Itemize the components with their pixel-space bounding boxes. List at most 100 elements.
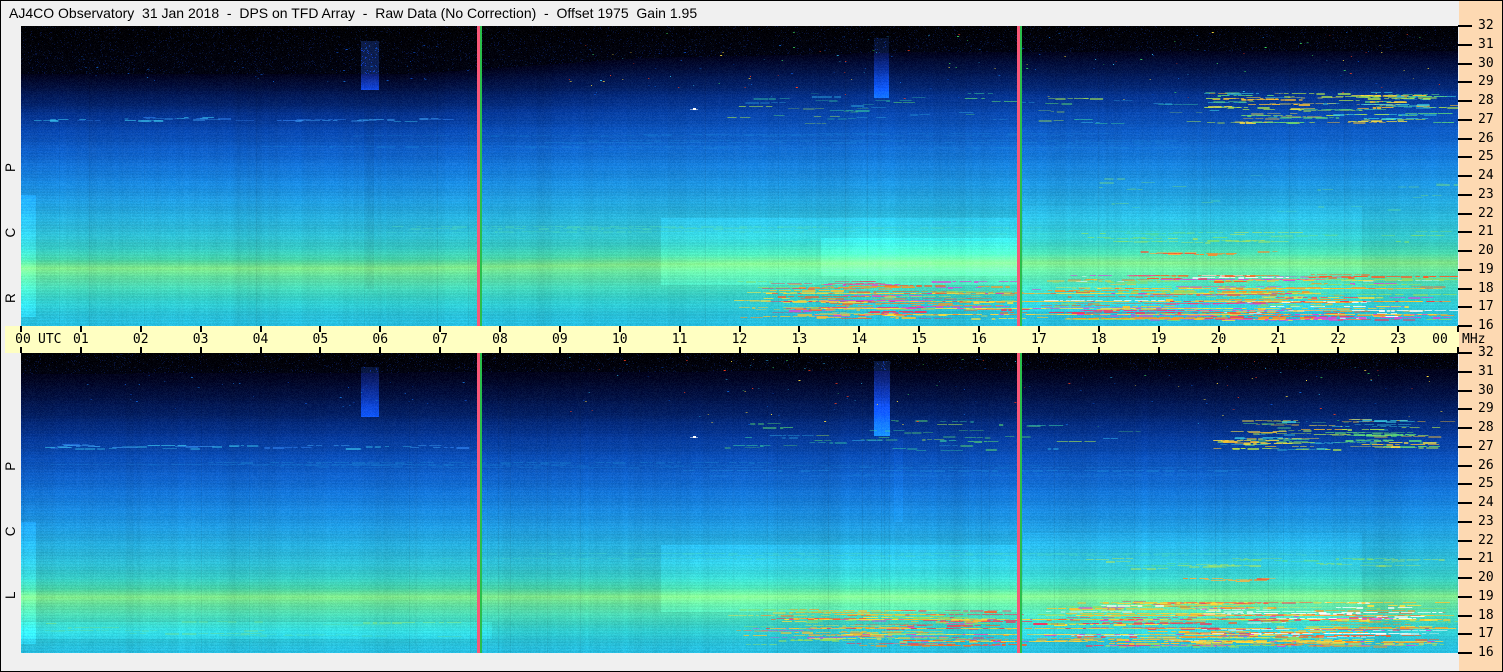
- freq-label: 30: [1478, 382, 1494, 398]
- freq-label: 21: [1478, 224, 1494, 240]
- hour-tick: [139, 347, 142, 353]
- freq-tick: [1458, 408, 1472, 411]
- freq-label: 24: [1478, 168, 1494, 183]
- freq-tick: [1458, 352, 1472, 354]
- hour-label: 10: [611, 332, 628, 347]
- freq-label: 21: [1478, 551, 1494, 567]
- hour-label: 12: [731, 332, 748, 347]
- freq-tick: [1458, 633, 1472, 636]
- hour-tick: [558, 347, 561, 353]
- freq-tick: [1458, 62, 1472, 65]
- hour-tick: [1217, 347, 1220, 353]
- freq-tick: [1458, 137, 1472, 140]
- freq-label: 19: [1478, 261, 1494, 277]
- rcp-spectrogram-panel: [21, 26, 1458, 326]
- spectrogram-app-frame: AJ4CO Observatory 31 Jan 2018 - DPS on T…: [0, 0, 1503, 672]
- hour-tick: [79, 347, 82, 353]
- hour-tick: [678, 347, 681, 353]
- freq-label: 18: [1478, 280, 1494, 296]
- hour-label: 05: [312, 332, 329, 347]
- hour-tick: [978, 347, 980, 353]
- freq-tick: [1458, 595, 1472, 598]
- freq-label: 24: [1478, 495, 1494, 510]
- freq-tick: [1458, 212, 1472, 215]
- hour-tick: [379, 347, 382, 353]
- hour-tick: [618, 347, 621, 353]
- freq-tick: [1458, 502, 1472, 504]
- freq-tick: [1458, 370, 1472, 373]
- hour-tick: [499, 347, 501, 353]
- hour-label: 22: [1330, 332, 1347, 347]
- time-axis-unit-label: UTC: [38, 332, 62, 347]
- freq-label: 31: [1478, 36, 1494, 52]
- hour-label: 09: [552, 332, 568, 347]
- freq-label: 25: [1478, 149, 1494, 165]
- freq-tick: [1458, 43, 1472, 46]
- freq-tick: [1458, 306, 1472, 309]
- rcp-panel-label: R C P: [3, 137, 18, 304]
- hour-tick: [199, 347, 202, 353]
- freq-label: 29: [1478, 74, 1494, 90]
- hour-tick: [1157, 347, 1160, 353]
- lcp-spectrogram-panel: [21, 353, 1458, 653]
- hour-tick: [439, 347, 442, 353]
- hour-label: 23: [1390, 332, 1406, 347]
- hour-label: 16: [971, 332, 987, 347]
- freq-label: 18: [1478, 607, 1494, 623]
- hour-label: 08: [492, 332, 508, 347]
- time-axis: UTC 00 01 02 03 04 05 06 07 08 09 10 11 12 13 14 15 16 17…: [5, 326, 1459, 353]
- freq-label: 20: [1478, 570, 1494, 585]
- hour-label: 17: [1031, 332, 1047, 347]
- hour-label: 11: [671, 332, 688, 347]
- hour-label: 03: [192, 332, 209, 347]
- hour-tick: [858, 347, 861, 353]
- freq-tick: [1458, 231, 1472, 234]
- hour-tick: [798, 347, 801, 353]
- hour-label: 20: [1210, 332, 1227, 347]
- hour-label: 04: [252, 332, 269, 347]
- freq-label: 23: [1478, 186, 1494, 202]
- hour-label: 07: [432, 332, 448, 347]
- freq-label: 26: [1478, 457, 1494, 473]
- freq-label: 27: [1478, 438, 1494, 454]
- freq-label: 27: [1478, 111, 1494, 127]
- freq-label: 17: [1478, 299, 1494, 315]
- hour-label: 15: [911, 332, 927, 347]
- hour-tick: [259, 347, 262, 353]
- hour-tick: [1277, 347, 1280, 353]
- freq-label: 28: [1478, 93, 1494, 108]
- freq-tick: [1458, 175, 1472, 177]
- freq-tick: [1458, 325, 1472, 327]
- freq-label: 16: [1478, 645, 1494, 660]
- freq-label: 23: [1478, 513, 1494, 529]
- freq-tick: [1458, 427, 1472, 429]
- freq-label: 25: [1478, 476, 1494, 492]
- hour-tick: [1097, 347, 1100, 353]
- hour-label: 13: [791, 332, 808, 347]
- freq-tick: [1458, 268, 1472, 271]
- freq-tick: [1458, 193, 1472, 196]
- hour-label: 06: [372, 332, 389, 347]
- hour-label: 00: [15, 332, 31, 347]
- hour-tick: [1337, 347, 1340, 353]
- lcp-panel-label: L C P: [3, 435, 18, 599]
- freq-tick: [1458, 539, 1472, 542]
- freq-label: 17: [1478, 626, 1494, 642]
- hour-label: 14: [851, 332, 868, 347]
- freq-tick: [1458, 156, 1472, 159]
- hour-tick: [1037, 347, 1040, 353]
- freq-label: 32: [1478, 18, 1494, 33]
- freq-tick: [1458, 652, 1472, 654]
- hour-label: 19: [1150, 332, 1167, 347]
- freq-tick: [1458, 577, 1472, 579]
- hour-tick: [319, 347, 322, 353]
- hour-label: 02: [132, 332, 149, 347]
- hour-tick: [1397, 347, 1400, 353]
- freq-label: 29: [1478, 401, 1494, 417]
- title-bar: AJ4CO Observatory 31 Jan 2018 - DPS on T…: [2, 1, 1457, 25]
- freq-label: 30: [1478, 55, 1494, 71]
- freq-label: 16: [1478, 318, 1494, 333]
- freq-tick: [1458, 287, 1472, 290]
- freq-tick: [1458, 520, 1472, 523]
- hour-label: 00: [1432, 332, 1448, 347]
